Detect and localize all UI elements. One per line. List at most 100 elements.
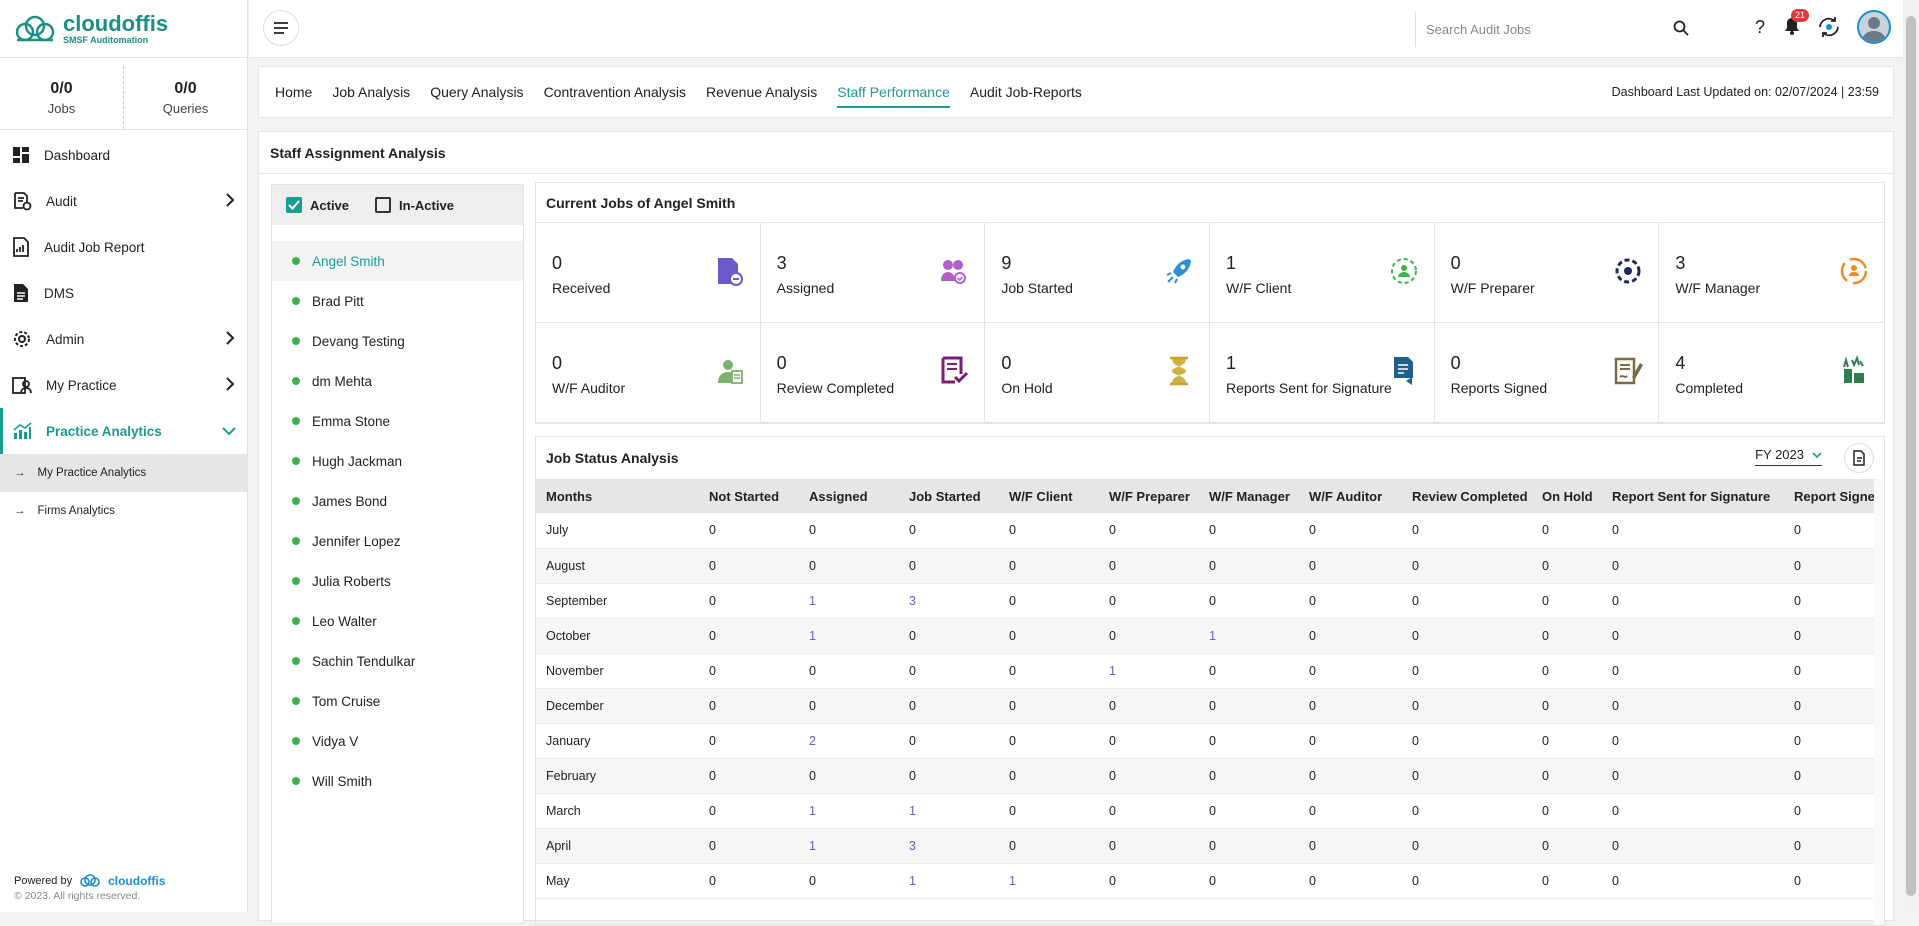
sidebar-subitem-my-practice-analytics[interactable]: → My Practice Analytics xyxy=(0,454,247,492)
job-card[interactable]: 0 W/F Auditor xyxy=(536,323,761,423)
checkbox-checked-icon xyxy=(286,197,302,213)
inactive-checkbox[interactable]: In-Active xyxy=(375,197,454,213)
job-card[interactable]: 0 Review Completed xyxy=(760,323,986,423)
job-card[interactable]: 0 Reports Signed xyxy=(1434,323,1660,423)
sidebar-item-label: Dashboard xyxy=(44,147,111,163)
staff-list-item[interactable]: Brad Pitt xyxy=(272,281,523,321)
table-row[interactable]: July 0 0 0 0 0 0 0 0 0 0 0 xyxy=(536,513,1876,549)
export-button[interactable] xyxy=(1844,443,1874,473)
tab-revenue-analysis[interactable]: Revenue Analysis xyxy=(706,78,817,106)
completed-trophy-icon xyxy=(1838,355,1870,390)
staff-list-item[interactable]: Emma Stone xyxy=(272,401,523,441)
table-row[interactable]: January 0 2 0 0 0 0 0 0 0 0 0 xyxy=(536,723,1876,759)
sidebar-item-audit-job-report[interactable]: Audit Job Report xyxy=(0,224,247,270)
job-card[interactable]: 1 Reports Sent for Signature xyxy=(1210,323,1435,423)
brand-logo[interactable]: cloudoffis SMSF Auditomation xyxy=(0,0,247,58)
column-header[interactable]: Not Started xyxy=(699,479,799,513)
page-scrollbar-thumb[interactable] xyxy=(1906,16,1916,896)
staff-list-item[interactable]: James Bond xyxy=(272,481,523,521)
column-header[interactable]: Report Signed xyxy=(1784,479,1876,513)
staff-list-item[interactable]: Will Smith xyxy=(272,761,523,801)
job-card[interactable]: 0 W/F Preparer xyxy=(1434,223,1660,323)
help-icon[interactable]: ? xyxy=(1751,17,1769,37)
sidebar-item-dashboard[interactable]: Dashboard xyxy=(0,132,247,178)
staff-list-item[interactable]: Tom Cruise xyxy=(272,681,523,721)
sidebar-item-practice-analytics[interactable]: Practice Analytics xyxy=(0,408,247,454)
count-cell: 0 xyxy=(1784,618,1876,654)
column-header[interactable]: On Hold xyxy=(1532,479,1602,513)
tab-query-analysis[interactable]: Query Analysis xyxy=(430,78,523,106)
count-cell: 0 xyxy=(1402,583,1532,619)
user-avatar[interactable] xyxy=(1857,10,1891,44)
table-row[interactable]: December 0 0 0 0 0 0 0 0 0 0 0 xyxy=(536,688,1876,724)
job-card[interactable]: 1 W/F Client xyxy=(1210,223,1435,323)
table-row[interactable]: April 0 1 3 0 0 0 0 0 0 0 0 xyxy=(536,828,1876,864)
sync-refresh-icon[interactable] xyxy=(1815,13,1843,41)
sidebar-subitem-firms-analytics[interactable]: → Firms Analytics xyxy=(0,492,247,530)
column-header[interactable]: Assigned xyxy=(799,479,899,513)
count-cell: 0 xyxy=(1784,513,1876,549)
count-cell: 0 xyxy=(1784,793,1876,829)
queries-count[interactable]: 0/0 Queries xyxy=(123,66,247,129)
page-scrollbar[interactable] xyxy=(1903,0,1919,912)
tab-staff-performance[interactable]: Staff Performance xyxy=(837,78,950,108)
count-cell: 0 xyxy=(999,828,1099,864)
fy-select[interactable]: FY 2023 xyxy=(1755,447,1822,466)
status-dot-icon xyxy=(292,457,300,465)
sidebar-item-dms[interactable]: DMS xyxy=(0,270,247,316)
table-row[interactable]: August 0 0 0 0 0 0 0 0 0 0 0 xyxy=(536,548,1876,584)
table-row[interactable]: March 0 1 1 0 0 0 0 0 0 0 0 xyxy=(536,793,1876,829)
count-cell: 0 xyxy=(1402,618,1532,654)
staff-list-item[interactable]: Jennifer Lopez xyxy=(272,521,523,561)
column-header[interactable]: Months xyxy=(536,479,699,513)
sidebar-item-admin[interactable]: Admin xyxy=(0,316,247,362)
count-cell: 0 xyxy=(1532,723,1602,759)
column-header[interactable]: Report Sent for Signature xyxy=(1602,479,1784,513)
active-checkbox[interactable]: Active xyxy=(286,197,349,213)
column-header[interactable]: Job Started xyxy=(899,479,999,513)
job-card[interactable]: 4 Completed xyxy=(1659,323,1884,423)
sidebar-item-audit[interactable]: Audit xyxy=(0,178,247,224)
staff-list-item[interactable]: Leo Walter xyxy=(272,601,523,641)
jobs-count[interactable]: 0/0 Jobs xyxy=(0,66,123,129)
job-card[interactable]: 9 Job Started xyxy=(985,223,1210,323)
column-header[interactable]: W/F Preparer xyxy=(1099,479,1199,513)
staff-list-item[interactable]: Sachin Tendulkar xyxy=(272,641,523,681)
tab-job-analysis[interactable]: Job Analysis xyxy=(332,78,410,106)
staff-list-item[interactable]: dm Mehta xyxy=(272,361,523,401)
staff-list-item[interactable]: Vidya V xyxy=(272,721,523,761)
staff-list-item[interactable]: Devang Testing xyxy=(272,321,523,361)
count-cell: 0 xyxy=(699,653,799,689)
table-row[interactable]: February 0 0 0 0 0 0 0 0 0 0 0 xyxy=(536,758,1876,794)
job-card[interactable]: 3 W/F Manager xyxy=(1659,223,1884,323)
table-scrollbar[interactable] xyxy=(1874,479,1884,925)
count-cell: 0 xyxy=(1402,653,1532,689)
status-dot-icon xyxy=(292,497,300,505)
count-cell: 0 xyxy=(899,688,999,724)
table-row[interactable]: May 0 0 1 1 0 0 0 0 0 0 0 xyxy=(536,863,1876,899)
menu-toggle-button[interactable] xyxy=(263,10,299,46)
column-header[interactable]: W/F Auditor xyxy=(1299,479,1402,513)
column-header[interactable]: W/F Client xyxy=(999,479,1099,513)
tab-home[interactable]: Home xyxy=(275,78,312,106)
job-card[interactable]: 0 On Hold xyxy=(985,323,1210,423)
search-icon[interactable] xyxy=(1673,20,1689,36)
staff-list-item[interactable]: Angel Smith xyxy=(272,241,523,281)
count-cell: 0 xyxy=(1299,828,1402,864)
tab-contravention-analysis[interactable]: Contravention Analysis xyxy=(544,78,686,106)
table-row[interactable]: September 0 1 3 0 0 0 0 0 0 0 0 xyxy=(536,583,1876,619)
tab-audit-job-reports[interactable]: Audit Job-Reports xyxy=(970,78,1082,106)
notifications-button[interactable]: 21 xyxy=(1783,8,1809,39)
column-header[interactable]: Review Completed xyxy=(1402,479,1532,513)
table-row[interactable]: October 0 1 0 0 0 1 0 0 0 0 0 xyxy=(536,618,1876,654)
staff-list-item[interactable]: Julia Roberts xyxy=(272,561,523,601)
table-row[interactable]: November 0 0 0 0 1 0 0 0 0 0 0 xyxy=(536,653,1876,689)
export-doc-icon xyxy=(1853,450,1865,466)
count-cell: 0 xyxy=(1602,828,1784,864)
sidebar-item-my-practice[interactable]: My Practice xyxy=(0,362,247,408)
job-card[interactable]: 0 Received xyxy=(536,223,761,323)
staff-list-item[interactable]: Hugh Jackman xyxy=(272,441,523,481)
search-input[interactable] xyxy=(1426,21,1666,37)
column-header[interactable]: W/F Manager xyxy=(1199,479,1299,513)
job-card[interactable]: 3 Assigned xyxy=(760,223,986,323)
